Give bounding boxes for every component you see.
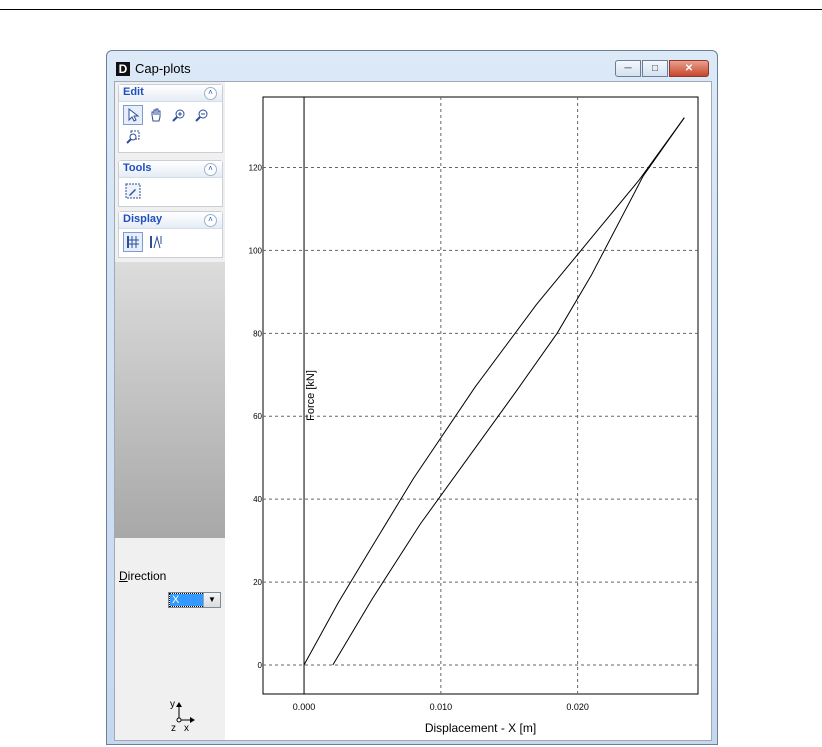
- zoom-in-tool[interactable]: [169, 105, 189, 125]
- x-tick-label: 0.020: [566, 702, 589, 712]
- plot-frame: [262, 96, 699, 695]
- x-axis-label: Displacement - X [m]: [425, 721, 536, 735]
- edit-tools: [119, 102, 222, 152]
- minimize-button[interactable]: ─: [615, 60, 641, 77]
- triad-z-label: z: [171, 723, 176, 734]
- collapse-icon[interactable]: ˄: [204, 214, 217, 227]
- panel-background: [115, 262, 225, 538]
- tools-group: Tools ˄: [118, 160, 223, 207]
- plot-area[interactable]: 0.000 0.010 0.020 0 20 40 60 80 100 120 Displaceme…: [230, 82, 711, 740]
- direction-value: X: [169, 593, 205, 607]
- left-panel: Edit ˄ Tools ˄ Display ˄ Direction X ▼ y…: [115, 82, 225, 740]
- collapse-icon[interactable]: ˄: [204, 163, 217, 176]
- direction-label-accesskey: D: [119, 569, 128, 583]
- display-group-header[interactable]: Display ˄: [119, 212, 222, 229]
- direction-select[interactable]: X ▼: [168, 592, 221, 608]
- y-tick-label: 0: [258, 661, 263, 670]
- pan-hand-icon: [151, 108, 161, 122]
- direction-label: Direction: [119, 569, 166, 583]
- maximize-button[interactable]: □: [642, 60, 668, 77]
- tools-tools: [119, 178, 222, 206]
- edit-group: Edit ˄: [118, 84, 223, 153]
- zoom-in-icon: [172, 109, 185, 122]
- chevron-down-icon[interactable]: ▼: [203, 593, 220, 607]
- direction-label-rest: irection: [127, 569, 167, 583]
- triad-x-label: x: [184, 723, 189, 734]
- app-icon: D: [116, 62, 130, 76]
- y-tick-label: 120: [249, 163, 263, 172]
- maximize-icon: □: [651, 63, 659, 74]
- display-group-title: Display: [123, 213, 163, 225]
- cap-plots-window: D Cap-plots ─ □ ✕ Edit ˄ Tools ˄ Display…: [106, 50, 718, 745]
- axis-triad: y z x: [170, 699, 195, 734]
- zoom-out-tool[interactable]: [192, 105, 212, 125]
- y-tick-label: 80: [253, 329, 262, 338]
- select-arrow-icon: [128, 108, 140, 122]
- edit-group-header[interactable]: Edit ˄: [119, 85, 222, 102]
- force-displacement-chart[interactable]: 0.000 0.010 0.020 0 20 40 60 80 100 120 Displaceme…: [230, 82, 711, 740]
- labels-display-tool[interactable]: [146, 232, 166, 252]
- window-title: Cap-plots: [135, 61, 191, 76]
- y-tick-label: 20: [253, 578, 262, 587]
- minimize-icon: ─: [624, 63, 632, 74]
- select-tool[interactable]: [123, 105, 143, 125]
- grid-display-tool[interactable]: [123, 232, 143, 252]
- title-bar[interactable]: D Cap-plots ─ □ ✕: [107, 51, 717, 81]
- tools-group-header[interactable]: Tools ˄: [119, 161, 222, 178]
- measure-tool[interactable]: [123, 181, 143, 201]
- x-tick-label: 0.010: [430, 702, 453, 712]
- pan-tool[interactable]: [146, 105, 166, 125]
- collapse-icon[interactable]: ˄: [204, 87, 217, 100]
- labels-icon: [150, 235, 162, 249]
- x-tick-label: 0.000: [293, 702, 316, 712]
- window-controls: ─ □ ✕: [614, 60, 709, 77]
- tools-group-title: Tools: [123, 162, 152, 174]
- y-tick-label: 40: [253, 495, 262, 504]
- y-tick-label: 60: [253, 412, 262, 421]
- display-tools: [119, 229, 222, 257]
- display-group: Display ˄: [118, 211, 223, 258]
- y-axis-label: Force [kN]: [305, 370, 317, 421]
- close-button[interactable]: ✕: [669, 60, 709, 77]
- edit-group-title: Edit: [123, 86, 144, 98]
- measure-icon: [125, 183, 141, 199]
- close-icon: ✕: [684, 63, 694, 74]
- zoom-out-icon: [195, 109, 208, 122]
- top-rule: [0, 9, 822, 10]
- zoom-extents-icon: [126, 130, 140, 144]
- window-client: Edit ˄ Tools ˄ Display ˄ Direction X ▼ y…: [114, 81, 712, 741]
- triad-y-label: y: [170, 699, 175, 710]
- grid-icon: [127, 236, 139, 248]
- zoom-extents-tool[interactable]: [123, 127, 143, 147]
- y-tick-label: 100: [249, 246, 263, 255]
